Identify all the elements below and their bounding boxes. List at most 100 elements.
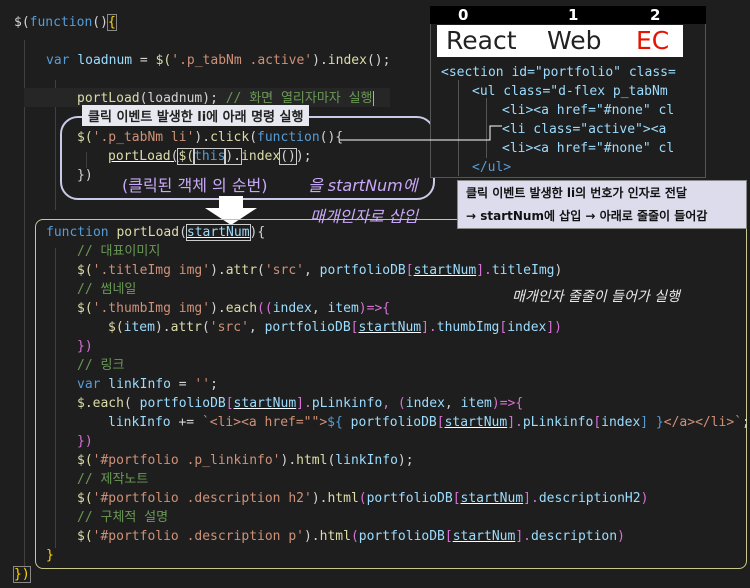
code-line-linkinfo-var[interactable]: var linkInfo = ''; bbox=[77, 375, 218, 394]
token: html bbox=[327, 491, 359, 506]
token: ); bbox=[397, 453, 414, 468]
preview-tab-react[interactable]: React bbox=[446, 25, 517, 57]
token: var bbox=[77, 377, 101, 392]
code-comment-detail[interactable]: // 구체적 설명 bbox=[77, 508, 168, 527]
token: portfolioDB bbox=[350, 415, 437, 430]
token: ( bbox=[201, 320, 210, 335]
code-line-function-decl[interactable]: function portLoad(startNum){ bbox=[46, 223, 265, 242]
token: linkInfo bbox=[108, 415, 171, 430]
token: `<li><a href=""> bbox=[201, 415, 328, 430]
token: ]) bbox=[546, 320, 563, 335]
token: = bbox=[170, 377, 195, 392]
code-comment-thumb[interactable]: // 썸네일 bbox=[77, 280, 136, 299]
code-line-close-ready[interactable]: }) bbox=[13, 565, 31, 584]
code-comment-note[interactable]: // 제작노트 bbox=[77, 470, 148, 489]
token: each bbox=[225, 301, 258, 316]
token: )=>{ bbox=[491, 396, 524, 411]
token: description bbox=[530, 529, 618, 544]
indent-guide bbox=[24, 40, 25, 570]
token: ( bbox=[257, 263, 265, 278]
token: item bbox=[123, 320, 155, 335]
code-line-desc-p[interactable]: $('#portfolio .description p').html(port… bbox=[77, 527, 625, 546]
tooltip-line-1: 클릭 이벤트 발생한 li의 번호가 인자로 전달 bbox=[466, 186, 687, 200]
token: ). bbox=[312, 53, 328, 68]
preview-html-line: <li><a href="#none" cl bbox=[502, 103, 675, 118]
token: 'src' bbox=[209, 320, 249, 335]
token-comment: // 썸네일 bbox=[77, 282, 137, 297]
clicked-order-label: (클릭된 객체 의 순번) bbox=[122, 176, 268, 195]
token: '#portfolio .p_linkinfo' bbox=[92, 453, 281, 468]
token: startNum bbox=[358, 320, 422, 335]
token: [ bbox=[436, 415, 445, 430]
token: portfolioDB bbox=[319, 263, 406, 278]
preview-html-line: <section id="portfolio" class= bbox=[441, 65, 676, 80]
code-comment-title[interactable]: // 대표이미지 bbox=[77, 242, 160, 261]
preview-tab-ec[interactable]: EC bbox=[636, 25, 669, 57]
token: )=>{ bbox=[358, 301, 391, 316]
token: ; bbox=[210, 377, 218, 392]
code-line-thumb-attr[interactable]: $(item).attr('src', portfolioDB[startNum… bbox=[108, 318, 562, 337]
connector-line bbox=[340, 125, 502, 141]
code-comment-link[interactable]: // 링크 bbox=[77, 356, 124, 375]
token-brace: { bbox=[106, 14, 117, 31]
code-line-linkinfo-append[interactable]: linkInfo += `<li><a href="">${ portfolio… bbox=[108, 413, 750, 432]
preview-index-2: 2 bbox=[650, 6, 661, 24]
token: index bbox=[601, 415, 641, 430]
token: function bbox=[46, 225, 109, 240]
code-line-loadnum[interactable]: var loadnum = $('.p_tabNm .active').inde… bbox=[46, 51, 390, 70]
token: ]. bbox=[507, 415, 523, 430]
token: ). bbox=[210, 263, 226, 278]
token: portfolioDB bbox=[366, 491, 453, 506]
token: ( bbox=[123, 396, 140, 411]
code-line-link-each[interactable]: $.each( portfolioDB[startNum].pLinkinfo,… bbox=[77, 394, 523, 413]
token: ${ bbox=[327, 415, 351, 430]
token: portfolioDB bbox=[358, 529, 445, 544]
code-line-1[interactable]: $(function(){ bbox=[14, 13, 117, 32]
token: () bbox=[92, 15, 108, 30]
code-line-close-function[interactable]: } bbox=[46, 546, 54, 565]
token: $( bbox=[155, 53, 172, 68]
to-startnum-label: 을 startNum에 bbox=[308, 176, 418, 195]
token: startNum bbox=[233, 396, 297, 411]
token: '' bbox=[194, 377, 211, 392]
token: each bbox=[92, 396, 124, 411]
token: portLoad bbox=[77, 91, 140, 106]
preview-index-1: 1 bbox=[568, 6, 579, 24]
token: $( bbox=[77, 301, 93, 316]
event-label: 클릭 이벤트 발생한 li에 아래 명령 실행 bbox=[82, 105, 310, 126]
tooltip-line-2: → startNum에 삽입 → 아래로 줄줄이 들어감 bbox=[466, 209, 708, 223]
token: [ bbox=[452, 491, 461, 506]
token: linkInfo bbox=[335, 453, 398, 468]
token: '#portfolio .description h2' bbox=[92, 491, 312, 506]
token: } bbox=[46, 548, 54, 563]
code-line-titleimg[interactable]: $('.titleImg img').attr('src', portfolio… bbox=[77, 261, 562, 280]
code-line-close-each[interactable]: }) bbox=[77, 337, 93, 356]
token: item bbox=[327, 301, 359, 316]
token: ){ bbox=[249, 225, 266, 240]
token: }) bbox=[77, 339, 93, 354]
token: , ( bbox=[382, 396, 406, 411]
token: startNum bbox=[460, 491, 524, 506]
token-comment: // 구체적 설명 bbox=[77, 510, 169, 525]
token: ). bbox=[154, 320, 171, 335]
token: '#portfolio .description p' bbox=[92, 529, 304, 544]
preview-tab-web[interactable]: Web bbox=[547, 25, 602, 57]
code-line-desc-h2[interactable]: $('#portfolio .description h2').html(por… bbox=[77, 489, 648, 508]
token: startNum bbox=[444, 415, 508, 430]
code-line-thumb-each[interactable]: $('.thumbImg img').each((index, item)=>{ bbox=[77, 299, 390, 318]
token: $. bbox=[77, 396, 93, 411]
token: index bbox=[507, 320, 547, 335]
token: html bbox=[319, 529, 351, 544]
token: html bbox=[296, 453, 328, 468]
token: </a></li>` bbox=[663, 415, 743, 430]
token: = bbox=[132, 53, 156, 68]
token: , bbox=[444, 396, 461, 411]
token: index bbox=[272, 301, 312, 316]
token: attr bbox=[225, 263, 258, 278]
token: index bbox=[405, 396, 445, 411]
code-line-linkinfo-html[interactable]: $('#portfolio .p_linkinfo').html(linkInf… bbox=[77, 451, 414, 470]
token: }) bbox=[77, 434, 93, 449]
code-line-close-link-each[interactable]: }) bbox=[77, 432, 93, 451]
token: ). bbox=[303, 529, 320, 544]
token: pLinkinfo bbox=[311, 396, 383, 411]
